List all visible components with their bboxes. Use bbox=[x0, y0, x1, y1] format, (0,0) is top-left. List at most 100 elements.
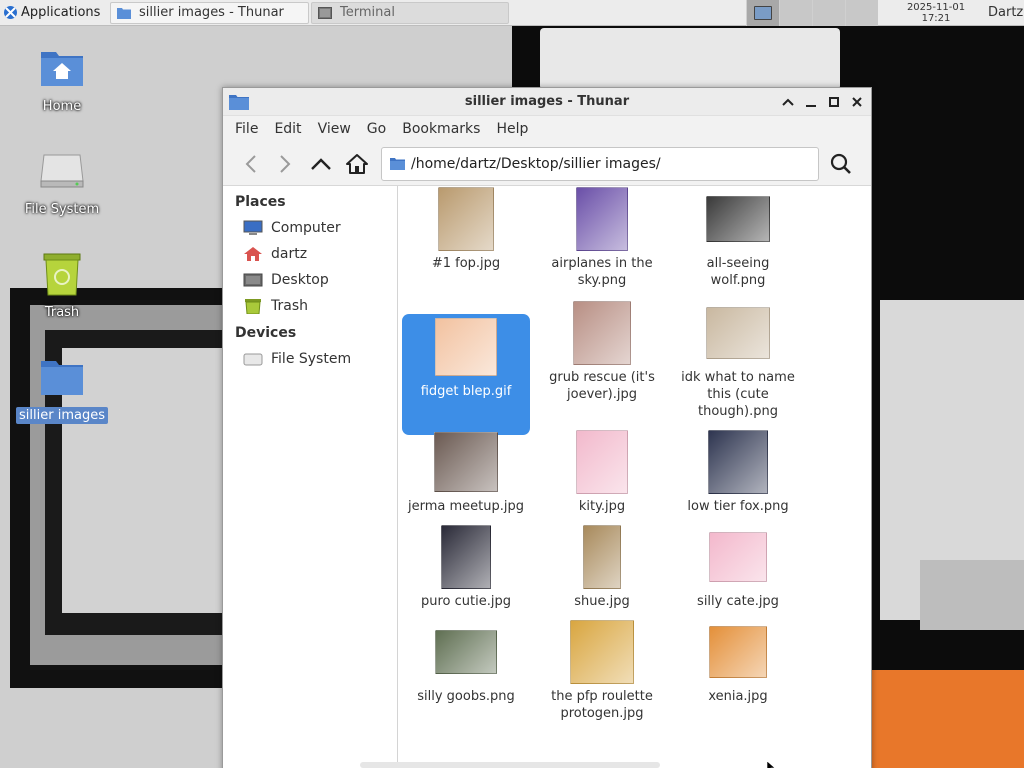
image-thumbnail bbox=[435, 629, 497, 674]
workspace-4[interactable] bbox=[845, 0, 878, 26]
file-item[interactable]: puro cutie.jpg bbox=[402, 524, 530, 610]
user-menu[interactable]: Dartz bbox=[980, 5, 1024, 20]
desktop-icon-sillier-images[interactable]: sillier images bbox=[14, 353, 110, 424]
image-thumbnail bbox=[706, 306, 770, 359]
forward-arrow-icon bbox=[280, 154, 291, 173]
image-thumbnail bbox=[441, 524, 491, 589]
file-name: puro cutie.jpg bbox=[421, 594, 511, 609]
terminal-icon bbox=[318, 6, 332, 19]
file-item[interactable]: kity.jpg bbox=[538, 429, 666, 515]
workspace-3[interactable] bbox=[812, 0, 845, 26]
sidebar-item-desktop[interactable]: Desktop bbox=[223, 267, 397, 293]
horizontal-scrollbar[interactable] bbox=[360, 762, 660, 768]
taskbar-item-label: Terminal bbox=[340, 5, 395, 20]
sidebar-item-label: Trash bbox=[271, 298, 308, 314]
taskbar-item-label: sillier images - Thunar bbox=[139, 5, 284, 20]
location-bar[interactable]: /home/dartz/Desktop/sillier images/ bbox=[381, 146, 819, 181]
desktop-icon-trash[interactable]: Trash bbox=[14, 250, 110, 321]
file-item[interactable]: #1 fop.jpg bbox=[402, 186, 530, 272]
chevron-up-icon bbox=[781, 98, 794, 106]
home-icon bbox=[346, 153, 368, 174]
thunar-window: sillier images - Thunar File Edit View G… bbox=[222, 87, 872, 768]
image-thumbnail bbox=[570, 619, 634, 684]
search-icon bbox=[830, 153, 851, 174]
image-thumbnail bbox=[573, 300, 631, 365]
close-button[interactable] bbox=[848, 93, 865, 110]
image-thumbnail bbox=[438, 186, 494, 251]
folder-icon bbox=[38, 353, 86, 401]
file-name: low tier fox.png bbox=[687, 499, 789, 514]
drive-icon bbox=[243, 351, 263, 367]
workspace-1[interactable] bbox=[746, 0, 779, 26]
clock[interactable]: 2025-11-01 17:21 bbox=[892, 2, 980, 24]
parent-folder-button[interactable] bbox=[303, 146, 339, 182]
file-item[interactable]: silly goobs.png bbox=[402, 619, 530, 705]
drive-icon bbox=[38, 147, 86, 195]
file-item[interactable]: jerma meetup.jpg bbox=[402, 429, 530, 515]
menu-bookmarks[interactable]: Bookmarks bbox=[394, 121, 488, 137]
sidebar-item-dartz[interactable]: dartz bbox=[223, 241, 397, 267]
file-item[interactable]: low tier fox.png bbox=[674, 429, 802, 515]
maximize-button[interactable] bbox=[825, 93, 842, 110]
toolbar: /home/dartz/Desktop/sillier images/ bbox=[223, 142, 871, 186]
shade-button[interactable] bbox=[779, 93, 796, 110]
file-item[interactable]: shue.jpg bbox=[538, 524, 666, 610]
sidebar-item-trash[interactable]: Trash bbox=[223, 293, 397, 319]
xfce-logo-icon bbox=[3, 5, 18, 20]
file-item[interactable]: all-seeing wolf.png bbox=[674, 186, 802, 289]
menu-view[interactable]: View bbox=[310, 121, 359, 137]
applications-menu-button[interactable]: Applications bbox=[0, 0, 110, 26]
desktop-icon-file-system[interactable]: File System bbox=[14, 147, 110, 218]
sidebar-item-label: dartz bbox=[271, 246, 308, 262]
file-item[interactable]: xenia.jpg bbox=[674, 619, 802, 705]
file-name: fidget blep.gif bbox=[420, 384, 512, 399]
file-item[interactable]: fidget blep.gif bbox=[402, 314, 530, 435]
menu-file[interactable]: File bbox=[227, 121, 266, 137]
forward-button[interactable] bbox=[267, 146, 303, 182]
location-path: /home/dartz/Desktop/sillier images/ bbox=[411, 155, 661, 172]
image-thumbnail bbox=[576, 429, 628, 494]
window-thumbnail bbox=[754, 5, 772, 20]
home-button[interactable] bbox=[339, 146, 375, 182]
image-thumbnail bbox=[709, 531, 767, 582]
file-name: all-seeing wolf.png bbox=[706, 256, 770, 288]
file-name: kity.jpg bbox=[578, 499, 626, 514]
desktop-icon-home[interactable]: Home bbox=[14, 44, 110, 115]
window-titlebar[interactable]: sillier images - Thunar bbox=[223, 88, 871, 116]
file-item[interactable]: grub rescue (it's joever).jpg bbox=[538, 300, 666, 403]
workspace-2[interactable] bbox=[779, 0, 812, 26]
desktop-icon-label: Trash bbox=[44, 305, 80, 320]
taskbar-item-thunar[interactable]: sillier images - Thunar bbox=[110, 1, 309, 24]
file-name: jerma meetup.jpg bbox=[408, 499, 524, 514]
back-arrow-icon bbox=[245, 154, 256, 173]
image-thumbnail bbox=[706, 195, 770, 242]
menu-go[interactable]: Go bbox=[359, 121, 394, 137]
file-name: the pfp roulette protogen.jpg bbox=[551, 689, 653, 721]
back-button[interactable] bbox=[233, 146, 269, 182]
sidebar-item-file-system[interactable]: File System bbox=[223, 346, 397, 372]
menu-help[interactable]: Help bbox=[488, 121, 536, 137]
sidebar-item-label: Desktop bbox=[271, 272, 329, 288]
menu-edit[interactable]: Edit bbox=[266, 121, 309, 137]
window-title: sillier images - Thunar bbox=[464, 94, 630, 109]
file-item[interactable]: silly cate.jpg bbox=[674, 524, 802, 610]
sidebar-item-computer[interactable]: Computer bbox=[223, 215, 397, 241]
folder-icon bbox=[390, 157, 405, 170]
sidebar: Places Computer dartz Desktop Trash Devi… bbox=[223, 186, 398, 768]
maximize-icon bbox=[828, 96, 839, 107]
image-thumbnail bbox=[708, 429, 768, 494]
file-icon-view[interactable]: #1 fop.jpg airplanes in the sky.png all-se… bbox=[398, 186, 871, 768]
home-folder-icon bbox=[38, 44, 86, 92]
desktop-icon-label: Home bbox=[42, 99, 82, 114]
minimize-icon bbox=[805, 104, 816, 107]
file-item[interactable]: airplanes in the sky.png bbox=[538, 186, 666, 289]
search-button[interactable] bbox=[823, 146, 859, 182]
sidebar-heading-devices: Devices bbox=[235, 325, 297, 341]
file-item[interactable]: the pfp roulette protogen.jpg bbox=[538, 619, 666, 722]
minimize-button[interactable] bbox=[802, 93, 819, 110]
computer-icon bbox=[243, 220, 263, 236]
taskbar-item-terminal[interactable]: Terminal bbox=[311, 1, 509, 24]
sidebar-item-label: File System bbox=[271, 351, 352, 367]
trash-icon bbox=[243, 298, 263, 315]
file-item[interactable]: idk what to name this (cute though).png bbox=[674, 300, 802, 420]
